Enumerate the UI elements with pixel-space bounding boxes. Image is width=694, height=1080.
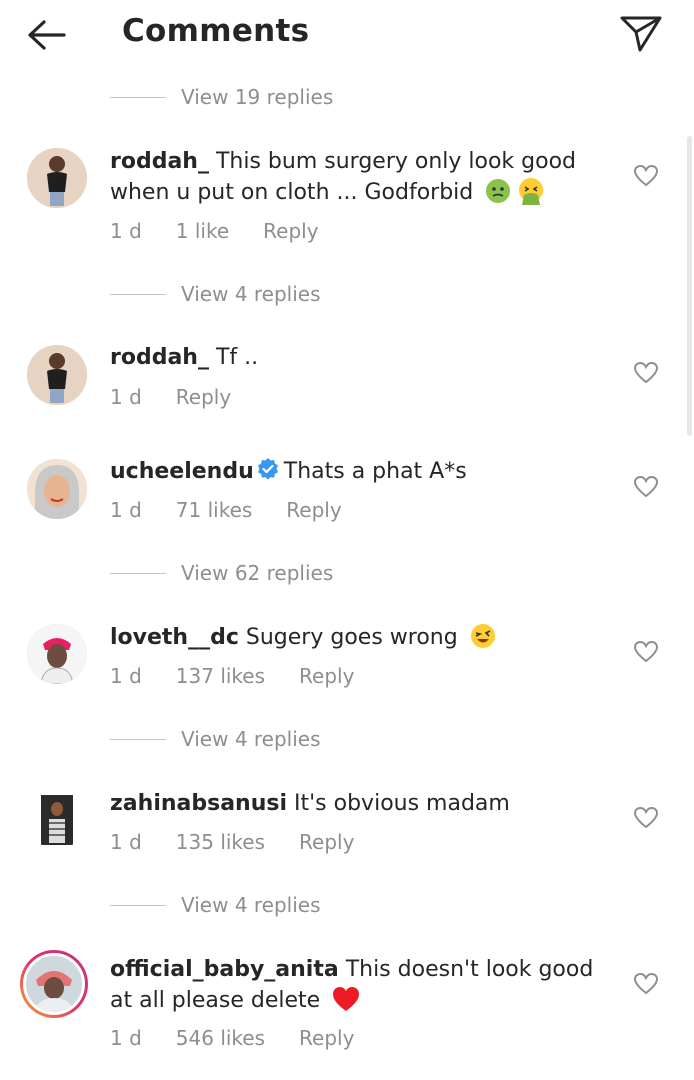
comment-body: Tf .. [215,345,259,370]
view-replies-label: View 4 replies [181,727,321,751]
page-title: Comments [122,13,310,49]
comment-time: 1 d [110,830,142,854]
comment-time: 1 d [110,219,142,243]
divider [110,904,166,906]
comment-text: zahinabsanusi It's obvious madam [110,788,610,819]
view-replies-link[interactable]: View 62 replies [110,558,333,588]
comment-meta: 1 d 71 likes Reply [110,498,376,522]
comment-body-line2: at all please delete [110,988,321,1013]
laughing-emoji [470,624,495,648]
comment-likes[interactable]: 1 like [176,219,229,243]
heart-icon[interactable] [633,361,659,385]
back-button[interactable] [22,14,70,56]
reply-button[interactable]: Reply [299,664,354,688]
view-replies-link[interactable]: View 4 replies [110,724,321,754]
comment-body-line2: when u put on cloth ... Godforbid [110,180,474,205]
heart-icon[interactable] [633,640,659,664]
view-replies-label: View 19 replies [181,85,334,109]
divider [110,293,166,295]
comment-username[interactable]: official_baby_anita [110,957,339,982]
avatar[interactable] [27,148,87,208]
comment-username[interactable]: roddah_ [110,345,209,370]
vomiting-face-emoji [519,178,544,205]
comment-meta: 1 d 1 like Reply [110,219,353,243]
heart-icon[interactable] [633,475,659,499]
avatar-photo [27,345,87,405]
comment-meta: 1 d 137 likes Reply [110,664,388,688]
view-replies-link[interactable]: View 4 replies [110,890,321,920]
view-replies-link[interactable]: View 19 replies [110,82,333,112]
comment-likes[interactable]: 135 likes [176,830,265,854]
avatar-photo [26,956,82,1012]
red-heart-emoji [333,987,360,1011]
heart-icon[interactable] [633,806,659,830]
comment-time: 1 d [110,664,142,688]
avatar[interactable] [27,459,87,519]
reply-button[interactable]: Reply [176,385,231,409]
comment-time: 1 d [110,385,142,409]
comment-body: This bum surgery only look good [215,149,577,174]
divider [110,96,166,98]
comment-time: 1 d [110,1026,142,1050]
comment-meta: 1 d Reply [110,385,265,409]
avatar [23,953,85,1015]
reply-button[interactable]: Reply [299,830,354,854]
paper-plane-icon [620,16,662,52]
avatar[interactable] [27,345,87,405]
comment-text: roddah_ Tf .. [110,342,610,373]
reply-button[interactable]: Reply [263,219,318,243]
verified-badge-icon [257,458,278,480]
view-replies-link[interactable]: View 4 replies [110,279,321,309]
heart-icon[interactable] [633,972,659,996]
comment-meta: 1 d 546 likes Reply [110,1026,388,1050]
avatar-photo [27,789,87,849]
divider [110,572,166,574]
avatar[interactable] [27,789,87,849]
divider [110,738,166,740]
comment-likes[interactable]: 546 likes [176,1026,265,1050]
scrollbar[interactable] [687,136,692,436]
comment-username[interactable]: zahinabsanusi [110,791,287,816]
comment-body: Thats a phat A*s [283,459,467,484]
comment-text: ucheelendu Thats a phat A*s [110,456,610,487]
heart-icon[interactable] [633,164,659,188]
comment-username[interactable]: ucheelendu [110,459,254,484]
reply-button[interactable]: Reply [286,498,341,522]
header: Comments [0,0,694,70]
avatar-photo [27,459,87,519]
avatar[interactable] [27,624,87,684]
sick-face-emoji [486,179,511,203]
reply-button[interactable]: Reply [299,1026,354,1050]
comment-body: It's obvious madam [294,791,510,816]
comment-body: This doesn't look good [345,957,594,982]
view-replies-label: View 62 replies [181,561,334,585]
view-replies-label: View 4 replies [181,893,321,917]
avatar-photo [27,624,87,684]
comment-text: loveth__dc Sugery goes wrong [110,622,610,653]
share-button[interactable] [616,10,664,54]
comment-username[interactable]: loveth__dc [110,625,239,650]
comment-meta: 1 d 135 likes Reply [110,830,388,854]
comment-body: Sugery goes wrong [245,625,458,650]
avatar-story-ring[interactable] [20,950,88,1018]
comment-username[interactable]: roddah_ [110,149,209,174]
comment-text: roddah_ This bum surgery only look good … [110,146,610,208]
arrow-left-icon [28,20,66,50]
comment-text: official_baby_anita This doesn't look go… [110,954,610,1016]
comment-likes[interactable]: 137 likes [176,664,265,688]
comment-time: 1 d [110,498,142,522]
comment-likes[interactable]: 71 likes [176,498,253,522]
view-replies-label: View 4 replies [181,282,321,306]
avatar-photo [27,148,87,208]
